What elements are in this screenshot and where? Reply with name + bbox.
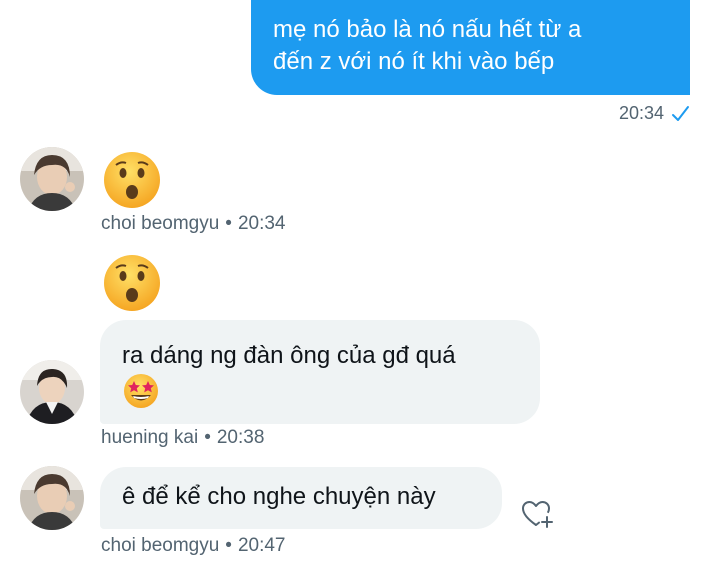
avatar-image: [20, 360, 84, 424]
star-struck-emoji: [124, 374, 158, 408]
message-time: 20:47: [237, 535, 286, 556]
message-text-line-2: đến z với nó ít khi vào bếp: [273, 48, 555, 75]
avatar-choi-beomgyu[interactable]: [20, 147, 84, 211]
message-time: 20:34: [237, 213, 286, 234]
astonished-face-emoji: [104, 255, 160, 311]
outgoing-message-meta: 20:34: [619, 103, 690, 124]
avatar-image: [20, 466, 84, 530]
separator-dot: •: [225, 213, 232, 234]
sender-name: choi beomgyu: [101, 213, 220, 234]
sender-name: huening kai: [101, 427, 199, 448]
incoming-message-bubble[interactable]: ra dáng ng đàn ông của gđ quá: [100, 320, 540, 424]
checkmark-icon: [672, 105, 689, 121]
message-text: ê để kể cho nghe chuyện này: [122, 483, 436, 510]
separator-dot: •: [204, 427, 211, 448]
avatar-image: [20, 147, 84, 211]
separator-dot: •: [225, 535, 232, 556]
message-meta: choi beomgyu • 20:47: [101, 535, 286, 557]
message-text-line-1: mẹ nó bảo là nó nấu hết từ a: [273, 16, 582, 43]
incoming-message-bubble[interactable]: ê để kể cho nghe chuyện này: [100, 467, 502, 529]
astonished-face-emoji: [104, 152, 160, 208]
avatar-choi-beomgyu[interactable]: [20, 466, 84, 530]
heart-plus-icon[interactable]: [520, 498, 554, 530]
message-meta: choi beomgyu • 20:34: [101, 213, 286, 235]
message-time: 20:38: [216, 427, 265, 448]
message-time: 20:34: [618, 103, 664, 123]
outgoing-message-bubble[interactable]: mẹ nó bảo là nó nấu hết từ a đến z với n…: [251, 0, 690, 95]
message-text: ra dáng ng đàn ông của gđ quá: [122, 342, 456, 369]
avatar-huening-kai[interactable]: [20, 360, 84, 424]
message-meta: huening kai • 20:38: [101, 427, 264, 449]
sender-name: choi beomgyu: [101, 535, 220, 556]
